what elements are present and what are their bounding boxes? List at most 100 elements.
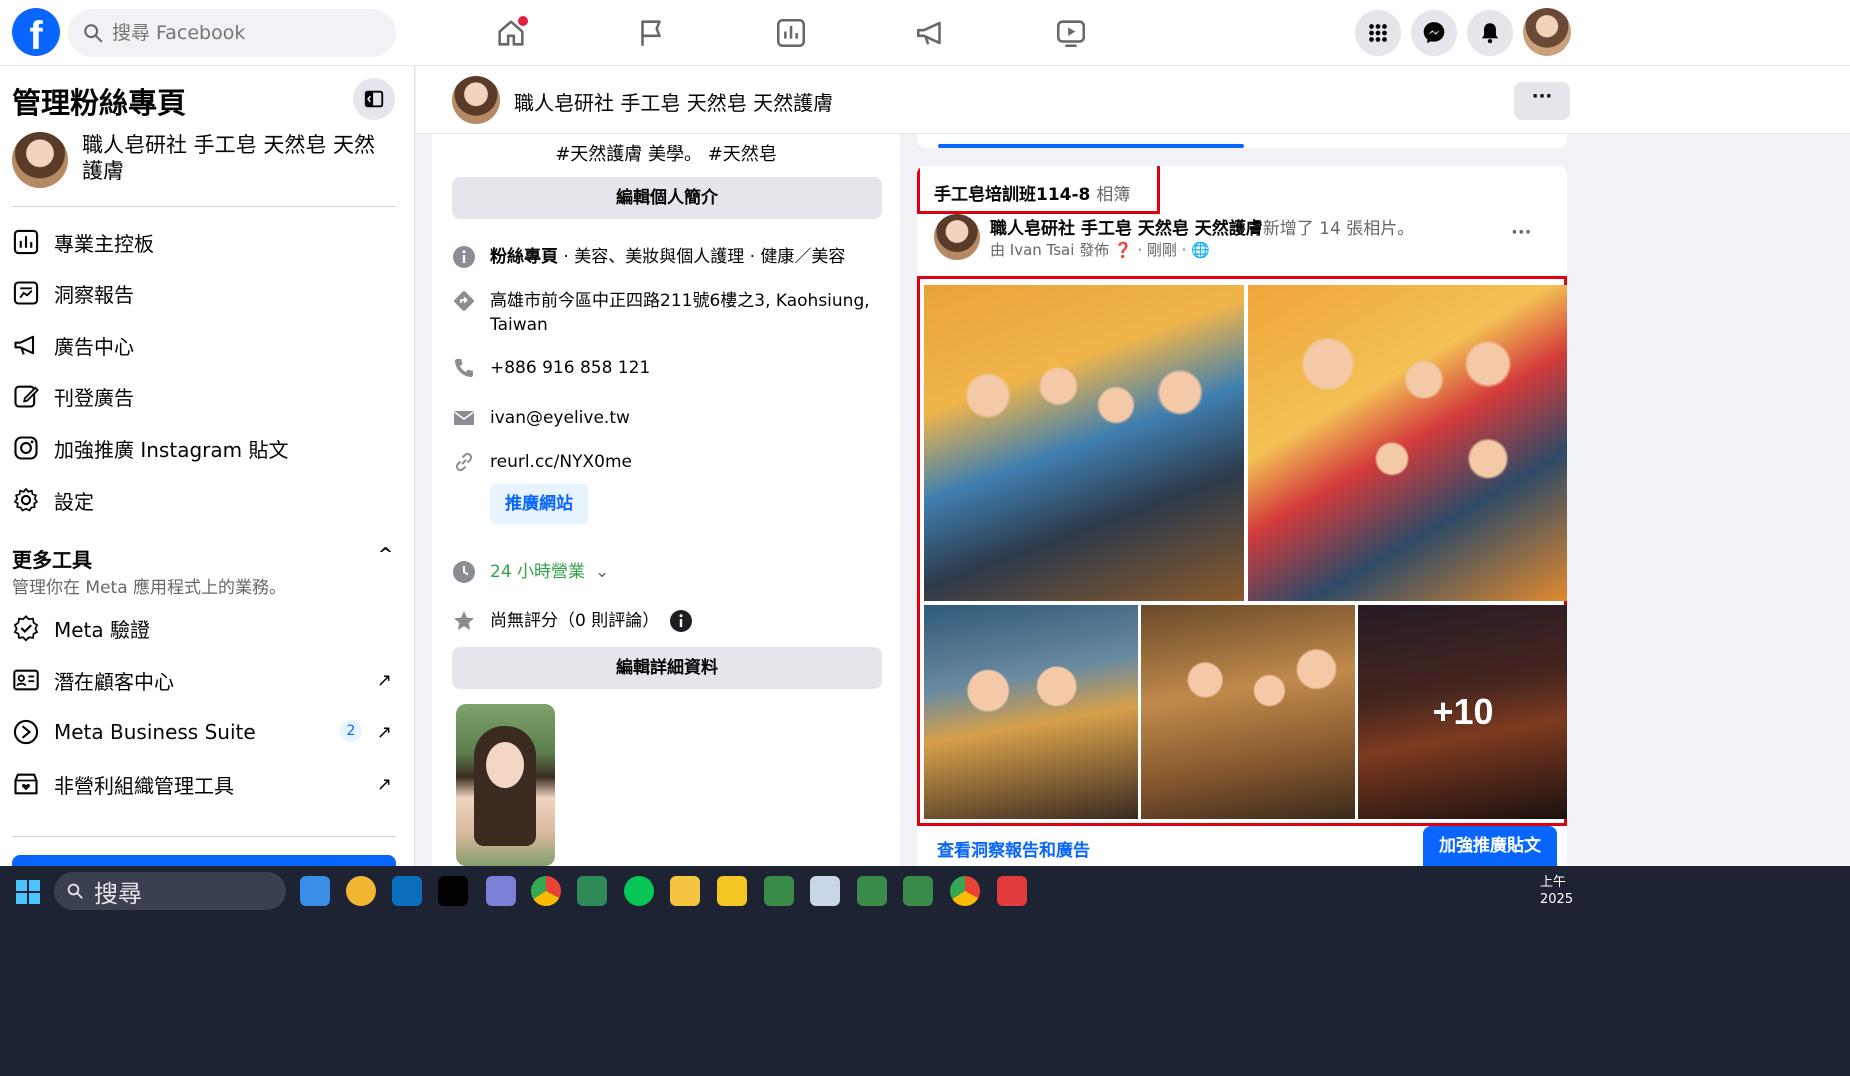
capcut-app-icon[interactable] <box>438 876 468 906</box>
app-icon[interactable] <box>577 876 607 906</box>
notifications-button[interactable] <box>1467 10 1513 56</box>
dashboard-icon <box>12 228 40 256</box>
sidebar-item-insights[interactable]: 洞察報告 <box>12 271 396 315</box>
sidebar-item-label: 加強推廣 Instagram 貼文 <box>54 437 289 462</box>
megaphone-icon <box>12 331 40 359</box>
collapse-sidebar-button[interactable] <box>353 78 395 120</box>
sidebar-page-profile[interactable]: 職人皂研社 手工皂 天然皂 天然護膚 <box>12 132 392 194</box>
divider <box>12 206 396 207</box>
rating-text: 尚無評分（0 則評論） <box>490 611 660 631</box>
search-bar[interactable] <box>68 9 396 57</box>
info-icon[interactable] <box>669 609 693 633</box>
file-explorer-icon[interactable] <box>717 876 747 906</box>
app-icon[interactable] <box>486 876 516 906</box>
line-app-icon[interactable] <box>624 876 654 906</box>
edit-bio-button[interactable]: 編輯個人簡介 <box>452 177 882 219</box>
chevron-up-icon[interactable]: ^ <box>378 544 393 565</box>
sidebar-item-create-ad[interactable]: 刊登廣告 <box>12 374 396 418</box>
flag-icon <box>641 20 661 46</box>
account-avatar[interactable] <box>1523 8 1571 56</box>
facebook-logo[interactable]: f <box>12 8 60 56</box>
video-nav-button[interactable] <box>1048 10 1094 56</box>
sidebar-item-ad-center[interactable]: 廣告中心 <box>12 323 396 367</box>
email-text[interactable]: ivan@eyelive.tw <box>490 406 630 430</box>
album-photo[interactable] <box>1248 285 1567 601</box>
page-header: 職人皂研社 手工皂 天然皂 天然護膚 ··· <box>416 66 1850 134</box>
windows-taskbar: 搜尋 上午 2025 <box>0 866 1850 1076</box>
poster-avatar[interactable] <box>934 214 980 260</box>
search-icon <box>84 24 103 43</box>
app-icon[interactable] <box>857 876 887 906</box>
app-icon[interactable] <box>997 876 1027 906</box>
more-options-button[interactable]: ··· <box>1514 82 1570 120</box>
promote-website-button[interactable]: 推廣網站 <box>490 484 588 524</box>
post-meta: 由 Ivan Tsai 發佈 ❓ · 剛剛 · 🌐 <box>990 241 1210 259</box>
start-button[interactable] <box>16 880 40 904</box>
poster-name[interactable]: 職人皂研社 手工皂 天然皂 天然護膚 <box>990 219 1263 239</box>
taskbar-search[interactable]: 搜尋 <box>54 872 286 910</box>
external-link-icon: ↗ <box>376 722 392 743</box>
app-icon[interactable] <box>810 876 840 906</box>
home-nav-button[interactable] <box>488 10 534 56</box>
link-icon <box>452 450 476 474</box>
notepad-app-icon[interactable] <box>300 876 330 906</box>
page-header-name: 職人皂研社 手工皂 天然皂 天然護膚 <box>514 91 834 115</box>
edit-details-button[interactable]: 編輯詳細資料 <box>452 647 882 689</box>
chrome-app-icon[interactable] <box>531 876 561 906</box>
view-insights-link[interactable]: 查看洞察報告和廣告 <box>937 836 1090 861</box>
sidebar-item-label: Meta Business Suite <box>54 720 256 744</box>
megaphone-icon <box>916 21 941 45</box>
messenger-icon <box>1423 22 1445 44</box>
app-icon[interactable] <box>346 876 376 906</box>
star-icon <box>452 609 476 633</box>
sidebar-item-label: Meta 驗證 <box>54 617 151 642</box>
album-title[interactable]: 手工皂培訓班114-8 相簿 <box>934 180 1130 205</box>
app-icon[interactable] <box>764 876 794 906</box>
nonprofit-icon <box>12 770 40 798</box>
notification-badge: 2 <box>340 720 362 742</box>
system-clock[interactable]: 上午 2025 <box>1540 874 1573 908</box>
app-icon[interactable] <box>670 876 700 906</box>
sidebar-item-label: 專業主控板 <box>54 231 154 256</box>
hours-row[interactable]: 24 小時營業 ⌄ <box>452 560 882 584</box>
chrome-app-icon[interactable] <box>950 876 980 906</box>
more-photos-count[interactable]: +10 <box>1358 605 1567 819</box>
insights-icon <box>776 18 806 48</box>
panel-collapse-icon <box>364 90 384 108</box>
sidebar-item-boost-instagram[interactable]: 加強推廣 Instagram 貼文 <box>12 426 396 470</box>
menu-button[interactable] <box>1355 10 1401 56</box>
album-photo[interactable] <box>924 285 1244 601</box>
sidebar-item-label: 非營利組織管理工具 <box>54 773 234 798</box>
sidebar-item-meta-verified[interactable]: Meta 驗證 <box>12 606 396 650</box>
directions-icon <box>452 289 476 313</box>
insights-report-icon <box>12 279 40 307</box>
website-link[interactable]: reurl.cc/NYX0me <box>490 450 632 474</box>
sidebar-item-leads-center[interactable]: 潛在顧客中心 ↗ <box>12 658 396 702</box>
insights-nav-button[interactable] <box>768 10 814 56</box>
app-icon[interactable] <box>392 876 422 906</box>
ads-nav-button[interactable] <box>908 10 954 56</box>
sidebar-item-settings[interactable]: 設定 <box>12 478 396 522</box>
gear-icon <box>12 486 40 514</box>
info-icon <box>452 245 476 269</box>
sidebar-item-business-suite[interactable]: Meta Business Suite 2 ↗ <box>12 710 396 754</box>
boost-post-button[interactable]: 加強推廣貼文 <box>1423 826 1557 866</box>
sidebar-item-dashboard[interactable]: 專業主控板 <box>12 220 396 264</box>
album-photo[interactable] <box>1141 605 1355 819</box>
email-icon <box>452 406 476 430</box>
poster-action: 新增了 14 張相片。 <box>1262 219 1415 239</box>
messenger-button[interactable] <box>1411 10 1457 56</box>
featured-photo[interactable] <box>456 704 555 866</box>
phone-text: +886 916 858 121 <box>490 358 651 378</box>
sidebar-item-nonprofit-tools[interactable]: 非營利組織管理工具 ↗ <box>12 762 396 806</box>
page-avatar[interactable] <box>452 76 500 124</box>
sidebar-title: 管理粉絲專頁 <box>12 86 187 120</box>
app-icon[interactable] <box>903 876 933 906</box>
search-input[interactable] <box>112 22 372 44</box>
sidebar-item-label: 設定 <box>54 489 94 514</box>
website-row: reurl.cc/NYX0me <box>452 450 882 474</box>
post-more-button[interactable]: ··· <box>1511 222 1532 243</box>
sidebar-primary-button[interactable] <box>12 855 396 866</box>
album-photo[interactable] <box>924 605 1138 819</box>
pages-nav-button[interactable] <box>628 10 674 56</box>
